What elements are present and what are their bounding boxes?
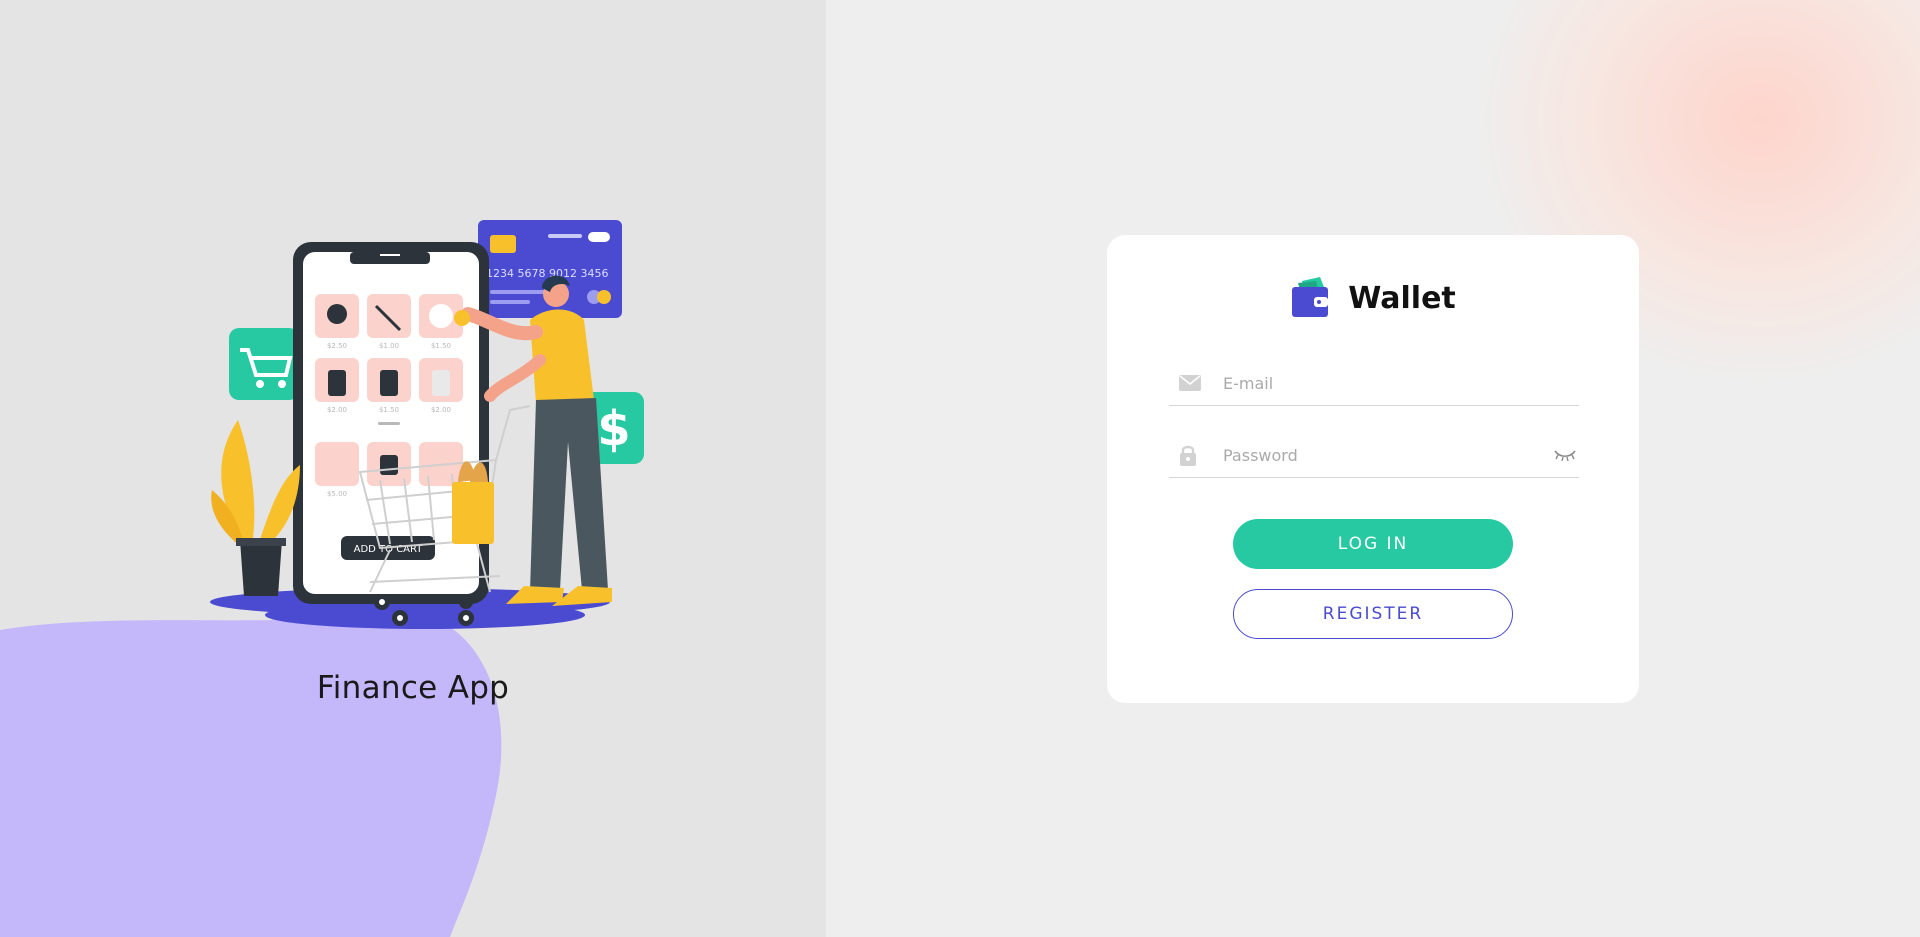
register-button[interactable]: REGISTER — [1233, 589, 1513, 639]
price-label: $2.50 — [327, 342, 347, 350]
lock-icon — [1169, 444, 1207, 466]
shopping-cart-icon — [229, 328, 299, 400]
eye-closed-icon[interactable] — [1551, 449, 1579, 461]
password-input[interactable] — [1207, 435, 1551, 475]
left-panel: $ 1234 5678 9012 3456 $2.50 $1.00 $1.50 … — [0, 0, 826, 937]
mail-icon — [1169, 375, 1207, 391]
app-caption: Finance App — [316, 670, 510, 706]
shopping-illustration: $ 1234 5678 9012 3456 $2.50 $1.00 $1.50 … — [210, 220, 644, 629]
login-card: Wallet LOG IN REGISTER — [1107, 235, 1639, 703]
password-field — [1169, 433, 1579, 478]
price-label: $5.00 — [327, 490, 347, 498]
price-label: $1.00 — [379, 342, 399, 350]
brand-name: Wallet — [1348, 280, 1456, 316]
card-number: 1234 5678 9012 3456 — [486, 267, 608, 280]
price-label: $1.50 — [431, 342, 451, 350]
wallet-icon — [1292, 277, 1329, 317]
price-label: $2.00 — [327, 406, 347, 414]
price-label: $2.00 — [431, 406, 451, 414]
login-button[interactable]: LOG IN — [1233, 519, 1513, 569]
dollar-sign: $ — [597, 401, 630, 457]
email-input[interactable] — [1207, 363, 1579, 403]
email-field — [1169, 361, 1579, 406]
price-label: $1.50 — [379, 406, 399, 414]
phone-icon: $2.50 $1.00 $1.50 $2.00 $1.50 $2.00 $5.0… — [293, 242, 489, 604]
brand: Wallet — [1107, 275, 1639, 321]
plant-icon — [211, 420, 300, 596]
